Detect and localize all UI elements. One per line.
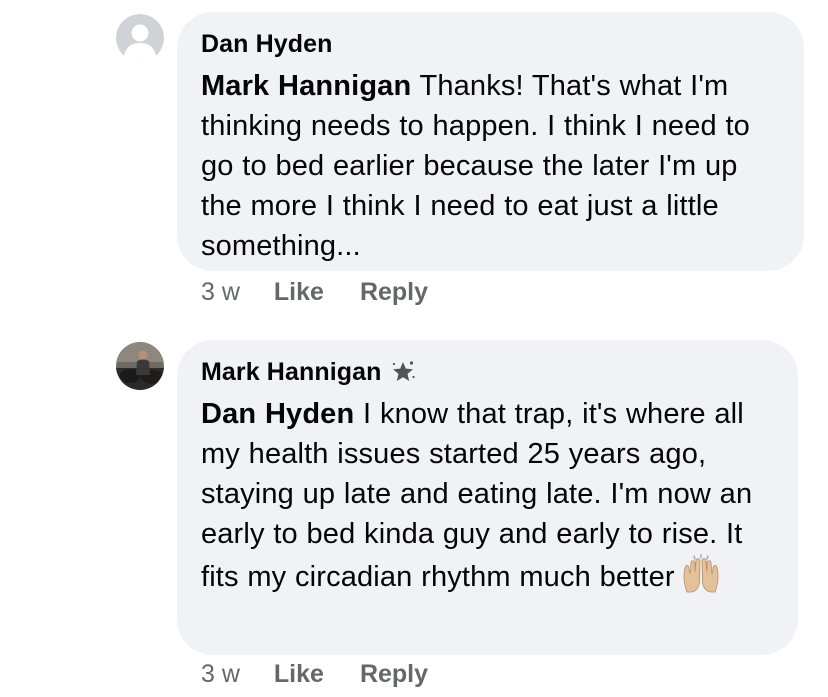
comment-text: Mark Hannigan Thanks! That's what I'm th…: [201, 66, 780, 266]
comment-actions: 3 w Like Reply: [201, 660, 464, 689]
default-avatar-icon: [116, 14, 164, 62]
comment-timestamp[interactable]: 3 w: [201, 660, 240, 689]
comment-bubble: Mark Hannigan Dan Hyden I know that trap…: [177, 340, 798, 655]
comment-text: Dan Hyden I know that trap, it's where a…: [201, 394, 774, 597]
reply-button[interactable]: Reply: [360, 660, 428, 689]
comment-actions: 3 w Like Reply: [201, 278, 464, 307]
comment-author[interactable]: Dan Hyden: [201, 30, 332, 59]
mention-link[interactable]: Dan Hyden: [201, 398, 354, 430]
reply-button[interactable]: Reply: [360, 278, 428, 307]
comment-author[interactable]: Mark Hannigan: [201, 358, 382, 387]
avatar[interactable]: [116, 14, 164, 62]
raising-hands-emoji-icon: [679, 554, 723, 594]
avatar[interactable]: [116, 342, 164, 390]
comment-bubble: Dan Hyden Mark Hannigan Thanks! That's w…: [177, 12, 804, 271]
mention-link[interactable]: Mark Hannigan: [201, 70, 411, 102]
comment-timestamp[interactable]: 3 w: [201, 278, 240, 307]
user-photo-icon: [116, 342, 164, 390]
like-button[interactable]: Like: [274, 660, 324, 689]
top-fan-star-icon: [390, 359, 416, 385]
like-button[interactable]: Like: [274, 278, 324, 307]
comment-thread: Dan Hyden Mark Hannigan Thanks! That's w…: [0, 0, 828, 697]
